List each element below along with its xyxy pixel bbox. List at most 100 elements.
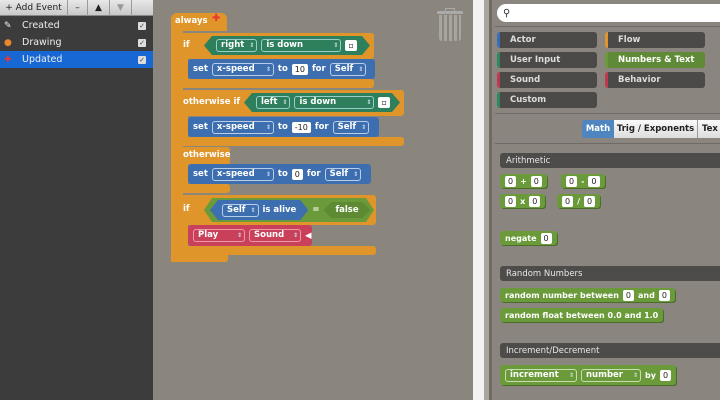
set-label: set — [193, 169, 208, 179]
category-custom[interactable]: Custom — [497, 92, 597, 108]
category-flow[interactable]: Flow — [605, 32, 705, 48]
key-dropdown[interactable]: right — [216, 39, 257, 52]
always-label: always — [175, 16, 208, 26]
negate-block[interactable]: negate 0 — [500, 231, 557, 245]
property-dropdown[interactable]: x-speed — [211, 120, 274, 134]
random-number-block[interactable]: random number between 0 and 0 — [500, 288, 675, 302]
splitter[interactable] — [473, 0, 484, 400]
play-sound-block[interactable]: Play Sound ◀ — [188, 225, 312, 246]
enabled-checkbox[interactable]: ✓ — [138, 38, 146, 47]
move-up-button[interactable]: ▲ — [88, 0, 110, 16]
key-dropdown[interactable]: left — [256, 96, 290, 109]
key-state-dropdown[interactable]: is down — [261, 39, 341, 52]
event-item-updated[interactable]: ✚ Updated ✓ — [0, 51, 153, 68]
operand-field[interactable]: 0 — [505, 175, 517, 187]
plus-label: + — [520, 176, 527, 186]
minus-label: - — [581, 176, 585, 186]
random-float-block[interactable]: random float between 0.0 and 1.0 — [500, 308, 664, 322]
palette-icon: ● — [4, 37, 12, 48]
to-label: to — [277, 122, 288, 132]
event-item-created[interactable]: ✎ Created ✓ — [0, 17, 153, 34]
set-speed-block[interactable]: set x-speed to -10 for Self — [188, 117, 379, 137]
divide-label: / — [577, 196, 581, 206]
pin-icon: ✚ — [212, 13, 221, 24]
event-label: Created — [22, 20, 60, 31]
trash-icon[interactable] — [437, 8, 463, 42]
tab-text[interactable]: Tex — [698, 120, 720, 138]
event-label: Updated — [22, 54, 63, 65]
tab-math[interactable]: Math — [582, 120, 614, 138]
target-dropdown[interactable]: Self — [329, 62, 367, 76]
category-actor[interactable]: Actor — [497, 32, 597, 48]
otherwise-if-label: otherwise if — [183, 97, 241, 107]
is-alive-block[interactable]: Self is alive — [210, 200, 308, 220]
move-down-button[interactable]: ▼ — [110, 0, 132, 16]
add-block[interactable]: 0 +0 — [500, 174, 547, 188]
key-state-dropdown[interactable]: is down — [294, 96, 374, 109]
add-event-button[interactable]: + Add Event — [0, 0, 68, 16]
by-label: by — [645, 370, 656, 380]
min-field[interactable]: 0 — [622, 289, 634, 301]
event-toolbar: + Add Event – ▲ ▼ — [0, 0, 153, 16]
set-speed-block[interactable]: set x-speed to 0 for Self — [188, 164, 371, 184]
subtract-block[interactable]: 0-0 — [561, 174, 605, 188]
value-field[interactable]: -10 — [291, 121, 311, 133]
max-field[interactable]: 0 — [658, 289, 670, 301]
operand-field[interactable]: 0 — [562, 195, 574, 207]
equals-condition[interactable]: Self is alive = false — [204, 198, 374, 222]
speaker-icon[interactable]: ◀ — [305, 231, 312, 241]
search-icon: ⚲ — [503, 7, 511, 19]
key-is-down-condition[interactable]: left is down ▫ — [244, 93, 400, 112]
key-picker-button[interactable]: ▫ — [345, 40, 356, 51]
divide-block[interactable]: 0/0 — [557, 194, 601, 208]
category-sound[interactable]: Sound — [497, 72, 597, 88]
search-input[interactable] — [514, 8, 705, 18]
event-panel: + Add Event – ▲ ▼ ✎ Created ✓ ● Drawing ✓ ✚ U… — [0, 0, 153, 400]
target-dropdown[interactable]: Self — [332, 120, 370, 134]
enabled-checkbox[interactable]: ✓ — [138, 55, 146, 64]
amount-field[interactable]: 0 — [659, 369, 672, 381]
category-numbers-text[interactable]: Numbers & Text — [605, 52, 705, 68]
times-label: x — [520, 196, 526, 206]
value-field[interactable]: 0 — [291, 168, 303, 180]
tab-trig-exponents[interactable]: Trig / Exponents — [614, 120, 698, 138]
category-behavior[interactable]: Behavior — [605, 72, 705, 88]
operand-field[interactable]: 0 — [530, 175, 542, 187]
variable-dropdown[interactable]: number — [581, 368, 641, 382]
key-picker-button[interactable]: ▫ — [378, 97, 389, 108]
operand-field[interactable]: 0 — [588, 175, 600, 187]
increment-dropdown[interactable]: increment — [505, 368, 577, 382]
operand-field[interactable]: 0 — [566, 175, 578, 187]
palette-scrollbar[interactable] — [484, 0, 492, 400]
for-label: for — [311, 64, 326, 74]
section-arithmetic: Arithmetic — [500, 153, 720, 168]
operand-field[interactable]: 0 — [529, 195, 541, 207]
value-field[interactable]: 10 — [291, 63, 308, 75]
multiply-block[interactable]: 0x0 — [500, 194, 546, 208]
remove-event-button[interactable]: – — [68, 0, 88, 16]
category-user-input[interactable]: User Input — [497, 52, 597, 68]
property-dropdown[interactable]: x-speed — [211, 167, 274, 181]
increment-block[interactable]: increment number by 0 — [500, 365, 677, 385]
operand-field[interactable]: 0 — [540, 232, 552, 244]
actor-dropdown[interactable]: Self — [222, 204, 259, 217]
play-dropdown[interactable]: Play — [193, 229, 245, 242]
target-dropdown[interactable]: Self — [324, 167, 362, 181]
negate-label: negate — [505, 233, 537, 243]
enabled-checkbox[interactable]: ✓ — [138, 21, 146, 30]
boolean-field[interactable]: false — [323, 202, 370, 218]
if-label: if — [183, 40, 190, 50]
sound-dropdown[interactable]: Sound — [249, 229, 301, 242]
random-number-label: random number between — [505, 290, 619, 300]
search-field[interactable]: ⚲ — [497, 4, 720, 22]
wand-icon: ✎ — [4, 20, 12, 31]
operand-field[interactable]: 0 — [584, 195, 596, 207]
set-label: set — [193, 122, 208, 132]
property-dropdown[interactable]: x-speed — [211, 62, 274, 76]
event-item-drawing[interactable]: ● Drawing ✓ — [0, 34, 153, 51]
set-speed-block[interactable]: set x-speed to 10 for Self — [188, 59, 375, 79]
is-alive-label: is alive — [262, 205, 297, 215]
set-label: set — [193, 64, 208, 74]
key-is-down-condition[interactable]: right is down ▫ — [204, 36, 370, 55]
operand-field[interactable]: 0 — [505, 195, 517, 207]
